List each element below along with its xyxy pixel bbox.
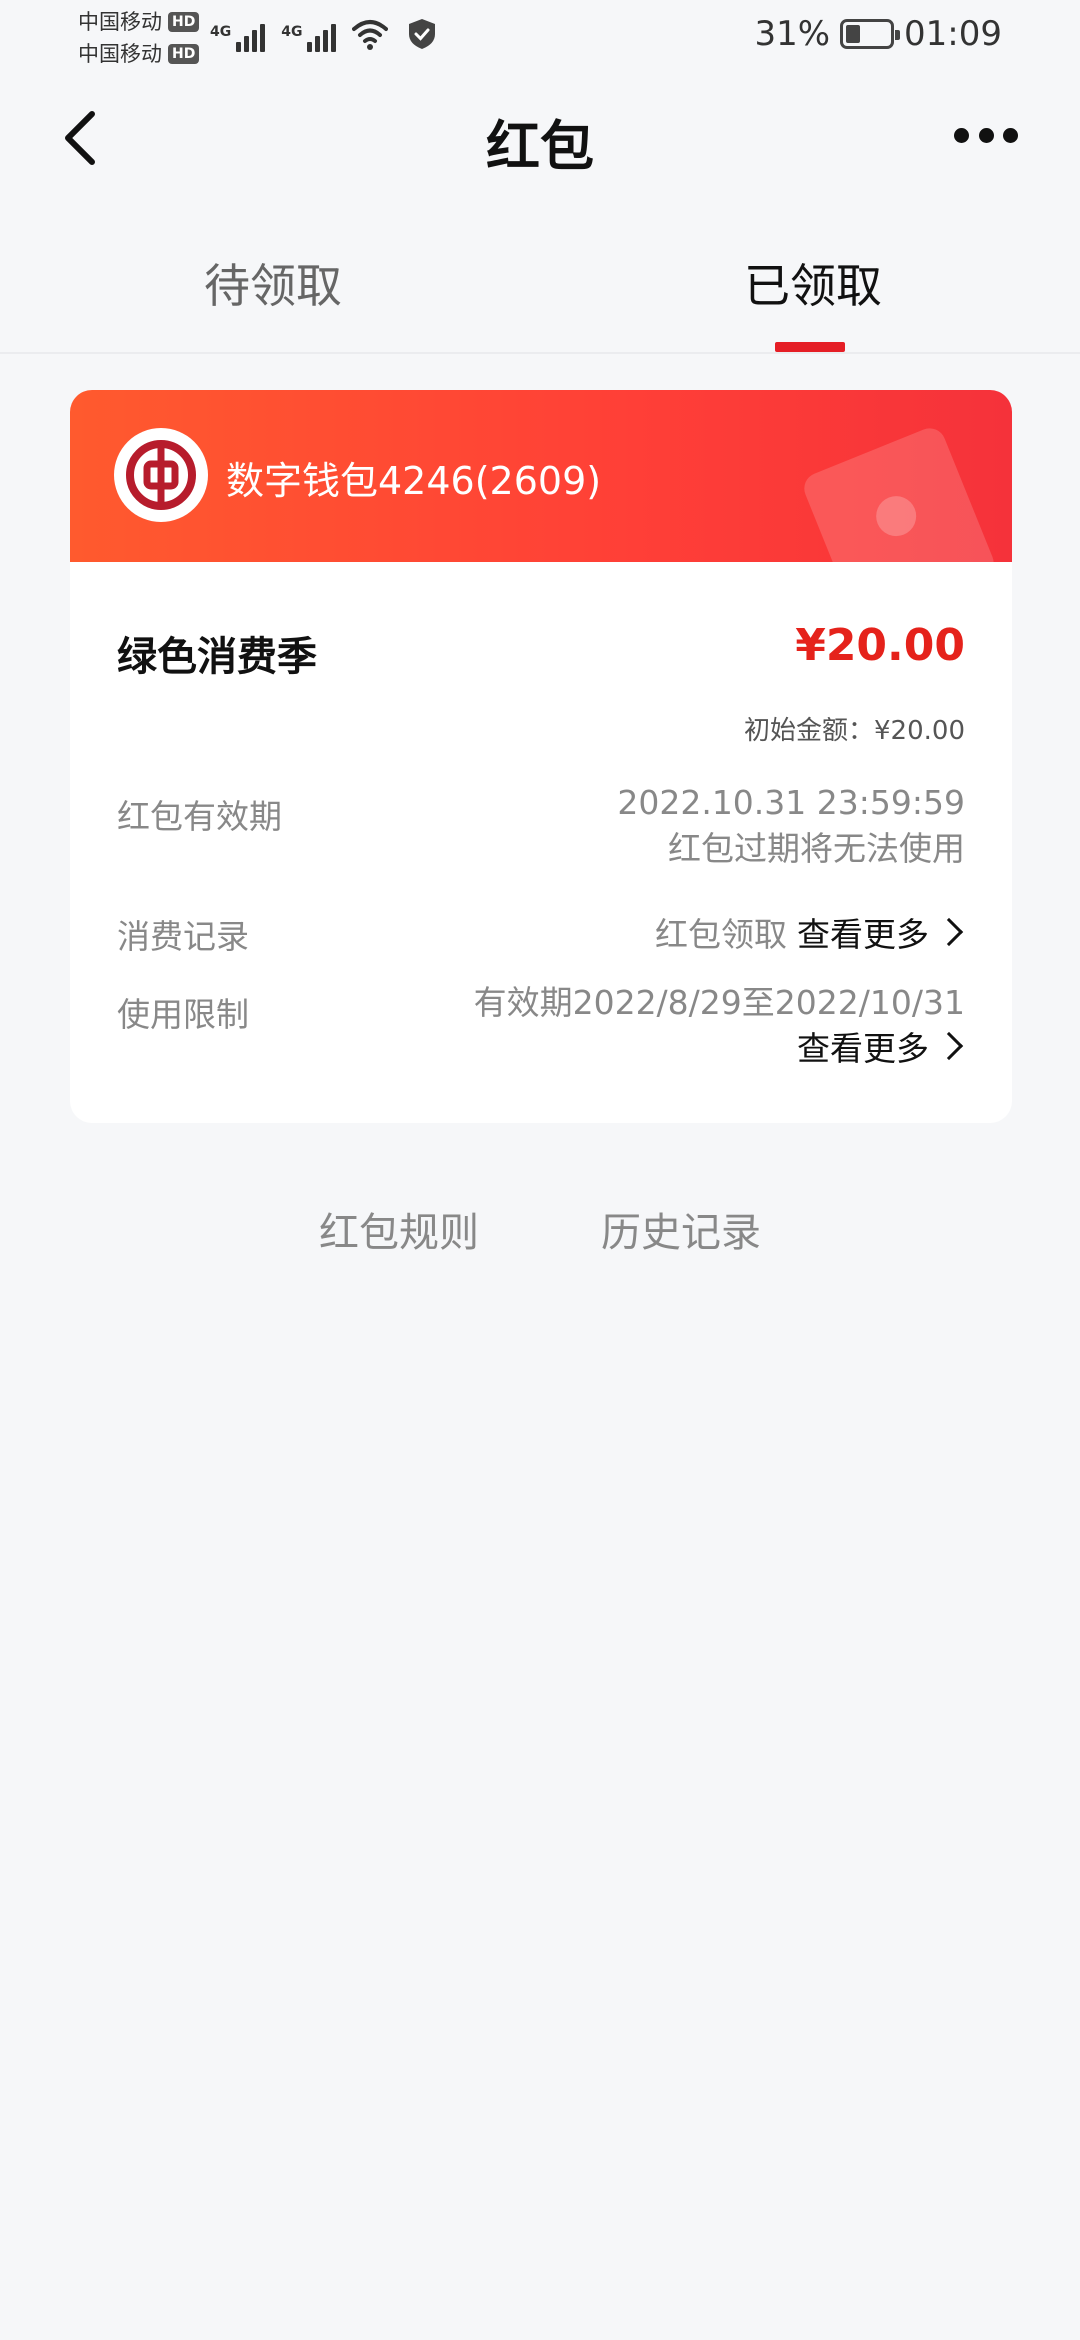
status-bar: 中国移动 HD 中国移动 HD 4G 4G 31% 01:09 — [0, 0, 1080, 74]
clock: 01:09 — [904, 14, 1002, 54]
limit-value: 有效期2022/8/29至2022/10/31 — [473, 983, 965, 1022]
shield-icon — [409, 19, 436, 49]
more-options-button[interactable] — [954, 120, 1018, 150]
nav-bar: 红包 — [0, 90, 1080, 180]
records-value: 红包领取 — [655, 915, 787, 954]
tab-received[interactable]: 已领取 — [744, 250, 882, 316]
wifi-icon — [352, 20, 389, 50]
network-type-2: 4G — [281, 24, 303, 40]
rules-link[interactable]: 红包规则 — [319, 1200, 479, 1258]
network-type-1: 4G — [210, 24, 232, 40]
signal-indicators: 4G 4G — [210, 16, 440, 52]
red-packet-card: 数字钱包4246(2609) 绿色消费季 ¥20.00 初始金额：¥20.00 … — [70, 390, 1012, 1123]
card-header: 数字钱包4246(2609) — [70, 390, 1012, 600]
packet-amount: ¥20.00 — [795, 620, 965, 671]
page-title: 红包 — [486, 115, 594, 178]
validity-note: 红包过期将无法使用 — [668, 829, 965, 868]
footer-links: 红包规则 历史记录 — [0, 1200, 1080, 1258]
records-view-more-link[interactable]: 查看更多 — [797, 908, 965, 956]
bank-logo-icon — [114, 428, 208, 522]
signal-1-icon: 4G — [210, 24, 266, 52]
battery-icon — [840, 19, 901, 49]
signal-2-icon: 4G — [281, 24, 337, 52]
chevron-right-icon — [934, 917, 964, 947]
more-dots-icon — [954, 127, 969, 143]
active-tab-indicator — [775, 342, 845, 352]
carrier-2-label: 中国移动 — [78, 42, 162, 66]
carrier-info: 中国移动 HD 中国移动 HD — [78, 6, 200, 70]
packet-name: 绿色消费季 — [117, 634, 317, 680]
records-label: 消费记录 — [117, 917, 249, 956]
limit-view-more-link[interactable]: 查看更多 — [474, 1026, 965, 1072]
limit-view-more-label: 查看更多 — [797, 1029, 929, 1068]
tab-bar: 待领取 已领取 — [0, 230, 1080, 354]
records-view-more-label: 查看更多 — [797, 915, 929, 954]
hd-badge-2: HD — [168, 44, 200, 64]
tab-pending[interactable]: 待领取 — [204, 250, 342, 316]
chevron-right-icon-2 — [934, 1031, 964, 1061]
status-right: 31% 01:09 — [754, 14, 1002, 54]
validity-label: 红包有效期 — [117, 797, 282, 836]
limit-value-block: 有效期2022/8/29至2022/10/31 查看更多 — [474, 980, 965, 1072]
wallet-name: 数字钱包4246(2609) — [226, 459, 602, 503]
limit-label: 使用限制 — [117, 995, 249, 1034]
validity-value: 2022.10.31 23:59:59 — [617, 783, 965, 822]
validity-value-block: 2022.10.31 23:59:59 红包过期将无法使用 — [617, 780, 965, 872]
hd-badge: HD — [168, 12, 200, 32]
initial-amount: 初始金额：¥20.00 — [744, 716, 965, 746]
battery-percent: 31% — [754, 14, 831, 54]
carrier-1-label: 中国移动 — [78, 10, 162, 34]
history-link[interactable]: 历史记录 — [601, 1200, 761, 1258]
records-row: 红包领取 查看更多 — [655, 908, 965, 956]
card-body: 绿色消费季 ¥20.00 初始金额：¥20.00 红包有效期 2022.10.3… — [70, 562, 1012, 1123]
